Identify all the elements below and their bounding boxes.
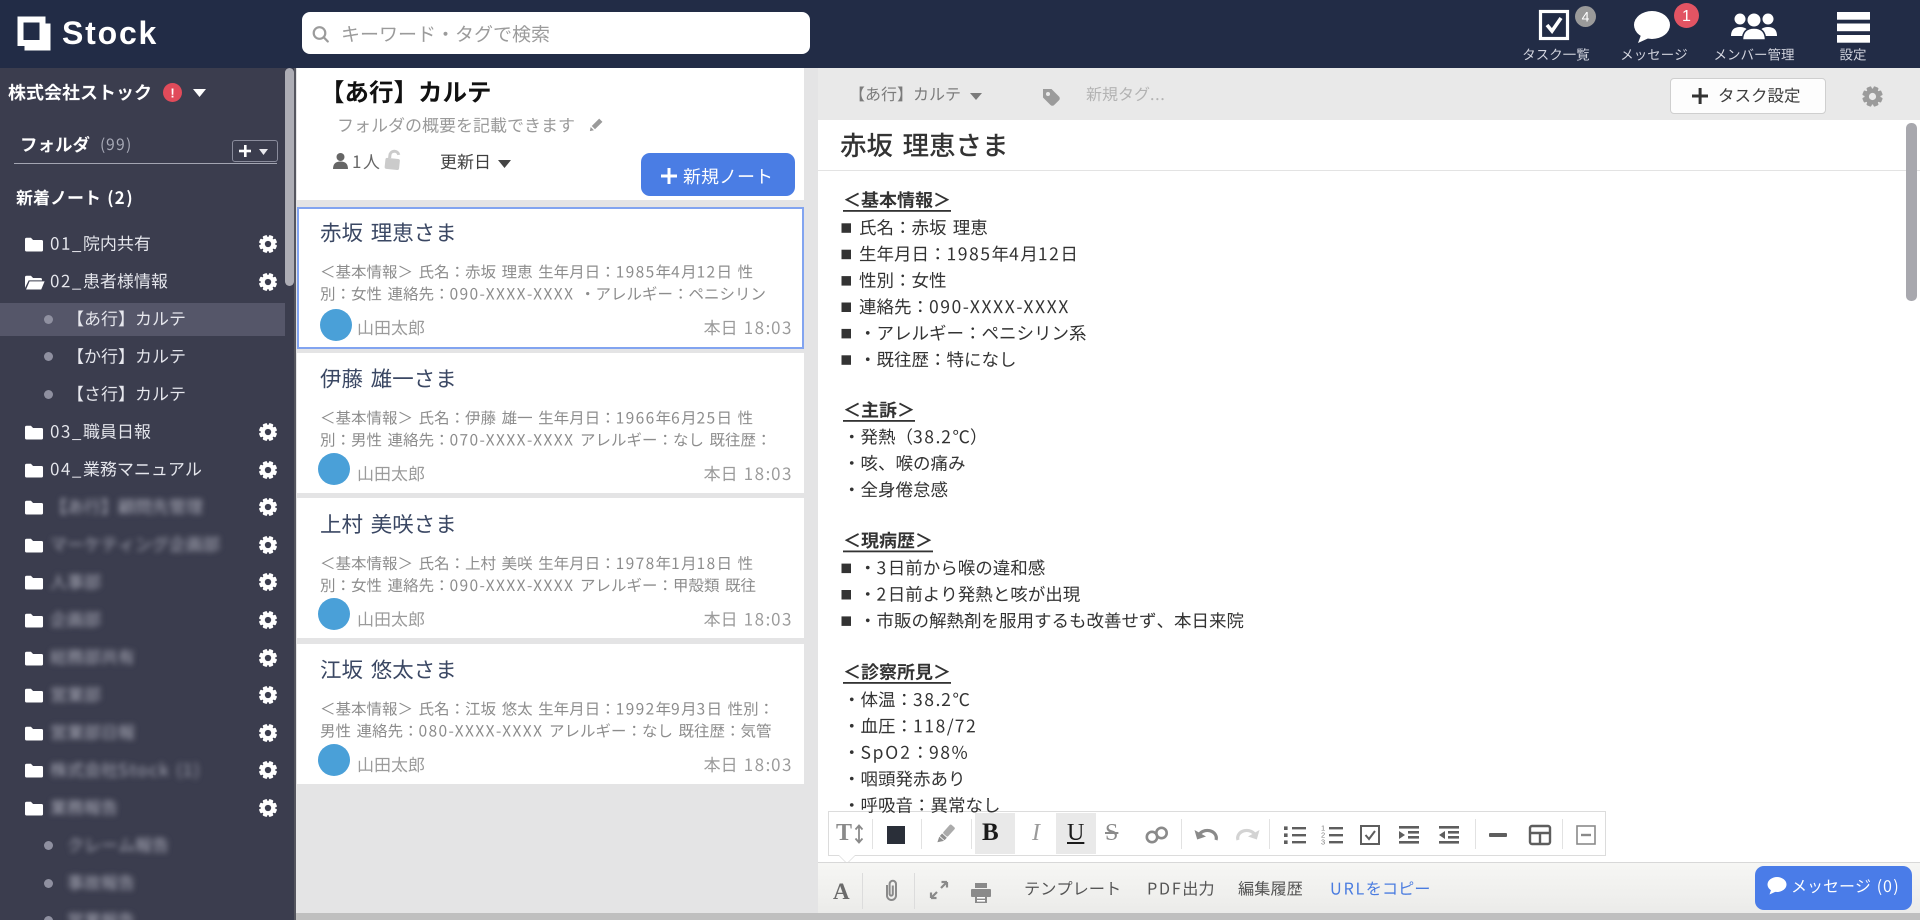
svg-text:!: ! [170, 86, 174, 101]
svg-text:4: 4 [1582, 9, 1590, 25]
svg-text:3: 3 [1321, 837, 1325, 846]
svg-text:1: 1 [1682, 8, 1691, 25]
